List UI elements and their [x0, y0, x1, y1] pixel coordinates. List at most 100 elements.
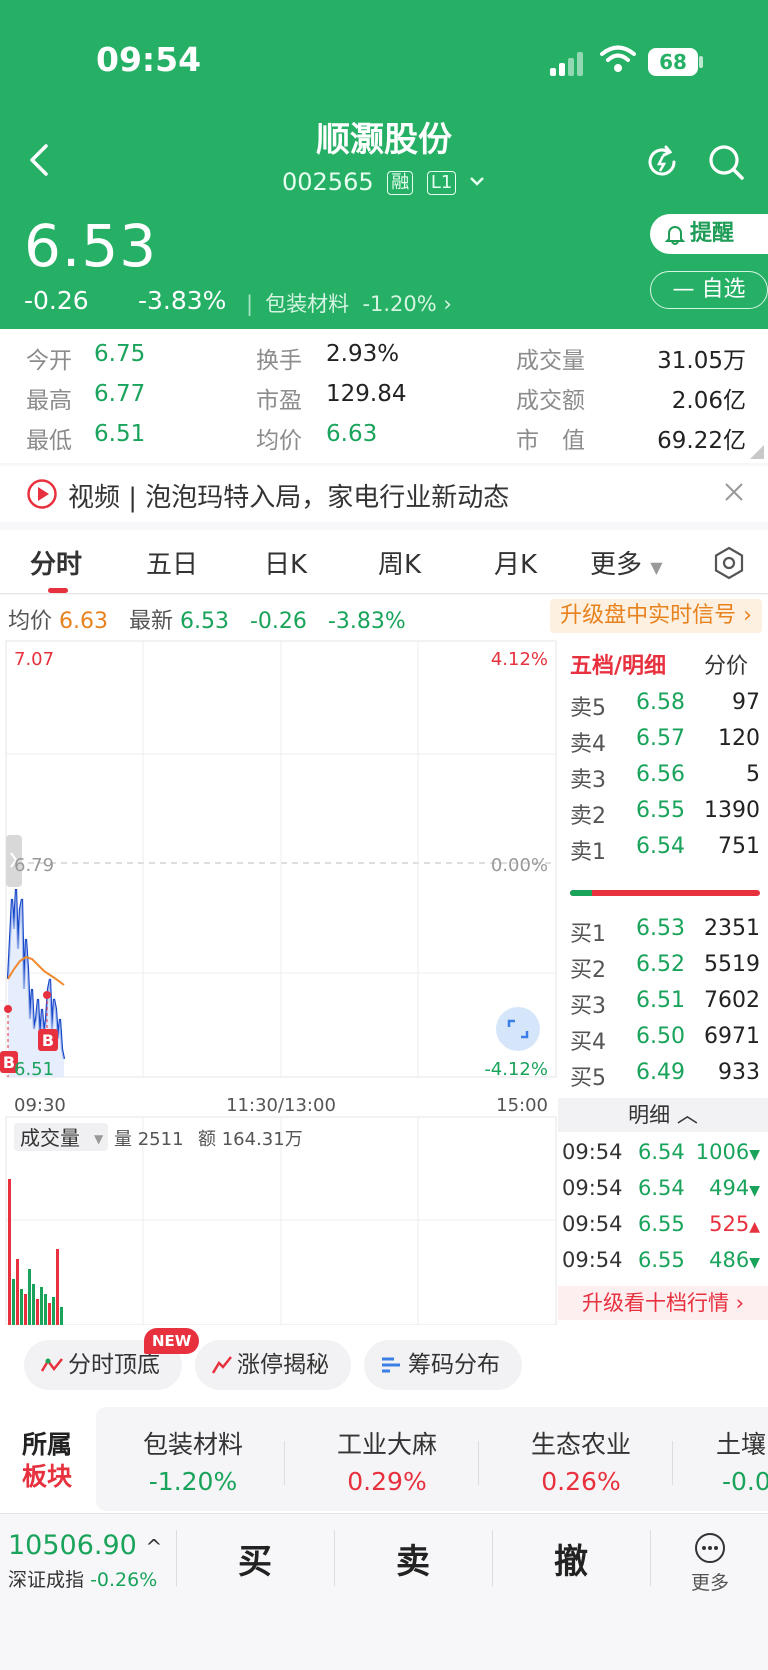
active-tab-indicator [48, 588, 68, 593]
index-widget[interactable]: 10506.90 ^ 深证成指 -0.26% [8, 1530, 162, 1592]
stat-pe: 市盈 129.84 [256, 381, 407, 414]
down-arrow-icon: ▼ [749, 1183, 760, 1199]
trade-row: 09:54 6.54 1006▼ [562, 1140, 760, 1164]
sector-item[interactable]: 土壤 -0.0 [716, 1407, 768, 1511]
minus-icon: — [672, 277, 695, 302]
margin-tag: 融 [387, 171, 414, 195]
stat-high: 最高 6.77 [26, 381, 146, 414]
buy-button[interactable]: 买 [238, 1534, 272, 1583]
current-price: 6.53 [24, 212, 158, 280]
tab-daily-k[interactable]: 日K [264, 544, 307, 581]
limit-up-icon [211, 1356, 232, 1374]
sector-change: -1.20% [362, 292, 437, 316]
ask-row: 卖4 6.57 120 [570, 726, 760, 757]
price-chart[interactable]: B B 7.07 6.79 6.51 4.12% 0.00% -4.12% 09… [0, 639, 558, 1325]
detail-toggle[interactable]: 明细 ︿ [558, 1098, 768, 1132]
sector-name: 包装材料 [265, 292, 350, 316]
pct-high-label: 4.12% [491, 649, 548, 670]
close-icon[interactable] [722, 480, 746, 504]
wifi-icon [600, 45, 636, 72]
ask-row: 卖1 6.54 751 [570, 834, 760, 865]
more-button[interactable]: 更多 [688, 1532, 732, 1595]
pct-low-label: -4.12% [484, 1059, 548, 1080]
time-mid-label: 11:30/13:00 [226, 1095, 336, 1116]
ask-ratio-fill [570, 890, 592, 896]
upgrade-signal-link[interactable]: 升级盘中实时信号 › [550, 599, 762, 633]
bell-icon [664, 226, 686, 245]
down-arrow-icon: ▼ [749, 1147, 760, 1163]
amount-text: 额 164.31万 [198, 1129, 303, 1150]
stat-avg: 均价 6.63 [256, 421, 378, 454]
down-arrow-icon: ▼ [749, 1255, 760, 1271]
sell-button[interactable]: 卖 [396, 1534, 430, 1583]
bid-row: 买5 6.49 933 [570, 1060, 760, 1091]
dropdown-arrow-icon: ▼ [650, 558, 663, 577]
settings-icon[interactable] [712, 546, 746, 580]
volume-text: 量 2511 [114, 1129, 184, 1150]
trade-row: 09:54 6.55 525▲ [562, 1212, 760, 1236]
chart-info-row: 均价 6.63 最新 6.53 -0.26 -3.83% [8, 609, 406, 634]
pct-mid-label: 0.00% [491, 855, 548, 876]
ask-row: 卖2 6.55 1390 [570, 798, 760, 829]
avg-price: 6.63 [59, 609, 108, 634]
tab-weekly-k[interactable]: 周K [378, 544, 421, 581]
trade-row: 09:54 6.55 486▼ [562, 1248, 760, 1272]
trade-row: 09:54 6.54 494▼ [562, 1176, 760, 1200]
quote-stats: 今开 6.75 最高 6.77 最低 6.51 换手 2.93% 市盈 129.84 均价… [0, 329, 768, 463]
order-book: 五档/明细 分价 卖5 6.58 97 卖4 6.57 120 卖3 6.56 5 卖2 6.… [558, 640, 768, 1320]
status-time: 09:54 [96, 40, 202, 79]
tab-intraday[interactable]: 分时 [30, 544, 82, 581]
sector-item[interactable]: 生态农业 0.26% [484, 1407, 678, 1511]
new-badge: NEW [144, 1328, 200, 1354]
sector-link[interactable]: | 包装材料 -1.20% › [246, 288, 452, 318]
watch-label: 自选 [701, 277, 746, 302]
cancel-order-button[interactable]: 撤 [554, 1534, 588, 1583]
remind-button[interactable]: 提醒 [650, 214, 768, 254]
limit-up-secrets-button[interactable]: 涨停揭秘 [195, 1340, 351, 1390]
add-watchlist-button[interactable]: — 自选 [650, 271, 768, 309]
sector-item[interactable]: 包装材料 -1.20% [96, 1407, 290, 1511]
time-end-label: 15:00 [496, 1095, 548, 1116]
chart-tabs: 分时 五日 日K 周K 月K 更多 ▼ [0, 530, 768, 594]
index-value: 10506.90 [8, 1530, 137, 1561]
index-name: 深证成指 [8, 1569, 85, 1591]
tab-monthly-k[interactable]: 月K [494, 544, 537, 581]
ask-row: 卖5 6.58 97 [570, 690, 760, 721]
latest-change: -0.26 [249, 609, 307, 634]
tab-price-dist[interactable]: 分价 [704, 648, 748, 680]
buy-marker: B [42, 1031, 54, 1050]
search-icon[interactable] [706, 142, 746, 182]
news-text: 视频 | 泡泡玛特入局，家电行业新动态 [68, 483, 510, 513]
volume-selector: 成交量 [20, 1126, 80, 1150]
bottom-trade-bar: 10506.90 ^ 深证成指 -0.26% 买 卖 撤 更多 [0, 1513, 768, 1670]
y-low-label: 6.51 [14, 1059, 54, 1080]
chevron-up-icon: ︿ [676, 1103, 698, 1127]
trend-icon [40, 1358, 63, 1372]
bid-row: 买3 6.51 7602 [570, 988, 760, 1019]
ask-row: 卖3 6.56 5 [570, 762, 760, 793]
sector-item[interactable]: 工业大麻 0.29% [290, 1407, 484, 1511]
bid-row: 买2 6.52 5519 [570, 952, 760, 983]
sector-strip: 包装材料 -1.20% 工业大麻 0.29% 生态农业 0.26% 土壤 -0.0 [96, 1407, 768, 1511]
tab-five-day[interactable]: 五日 [146, 544, 198, 581]
news-banner[interactable]: 视频 | 泡泡玛特入局，家电行业新动态 [0, 466, 768, 522]
stat-amount: 成交额 2.06亿 [516, 388, 746, 414]
tab-order-book[interactable]: 五档/明细 [570, 648, 666, 680]
battery-icon: 68 [648, 48, 698, 76]
cell-signal-icon [550, 52, 590, 76]
level-tag: L1 [426, 171, 457, 195]
bid-row: 买1 6.53 2351 [570, 916, 760, 947]
svg-text:▼: ▼ [94, 1132, 104, 1146]
price-change-pct: -3.83% [138, 286, 227, 315]
price-change: -0.26 [24, 286, 89, 315]
tab-more[interactable]: 更多 ▼ [590, 544, 663, 581]
up-arrow-icon: ▲ [749, 1219, 760, 1235]
stat-open: 今开 6.75 [26, 341, 146, 374]
expand-corner-icon[interactable] [750, 445, 764, 459]
chip-bars-icon [382, 1357, 400, 1373]
time-start-label: 09:30 [14, 1095, 66, 1116]
chip-distribution-button[interactable]: 筹码分布 [364, 1340, 522, 1390]
upgrade-ten-level-link[interactable]: 升级看十档行情 › [558, 1286, 768, 1320]
refresh-icon[interactable] [642, 142, 682, 182]
stat-volume: 成交量 31.05万 [516, 348, 746, 374]
